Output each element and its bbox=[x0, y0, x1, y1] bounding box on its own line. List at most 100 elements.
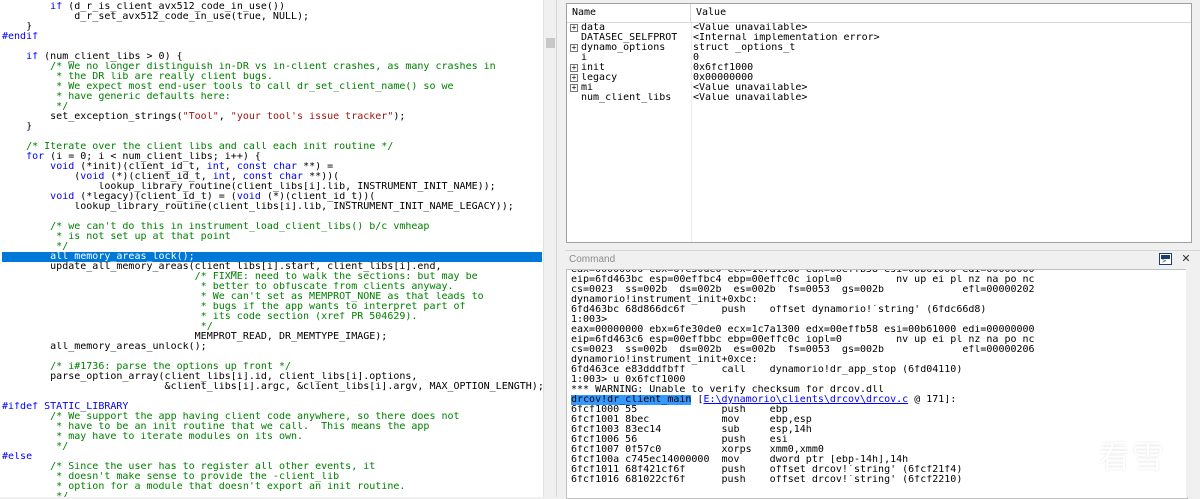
expand-icon[interactable]: + bbox=[570, 64, 578, 72]
source-line[interactable]: * its code section (xref PR 504629). bbox=[2, 312, 542, 322]
close-icon[interactable]: ✕ bbox=[1179, 252, 1193, 266]
local-name: init bbox=[581, 63, 606, 73]
source-line[interactable]: #endif bbox=[2, 32, 542, 42]
console-icon[interactable]: >_ bbox=[1159, 253, 1172, 265]
code-token: MEMPROT_READ, DR_MEMTYPE_IMAGE); bbox=[2, 332, 388, 342]
source-line[interactable]: void (*legacy)(client_id_t) = (void (*)(… bbox=[2, 192, 542, 202]
source-line[interactable]: } bbox=[2, 122, 542, 132]
expand-icon[interactable]: + bbox=[570, 44, 578, 52]
code-token: **) = bbox=[297, 162, 334, 172]
column-header-name[interactable]: Name bbox=[567, 4, 691, 22]
command-text: eip=6fd463c6 esp=00effbbc ebp=00effc0c i… bbox=[571, 335, 1035, 345]
selected-text[interactable]: drcov!dr_client_main bbox=[571, 395, 692, 405]
source-line[interactable]: parse_option_array(client_libs[i].id, cl… bbox=[2, 372, 542, 382]
expand-icon[interactable]: + bbox=[570, 84, 578, 92]
locals-row[interactable]: + legacy 0x00000000 bbox=[567, 73, 1191, 83]
expand-icon[interactable]: + bbox=[570, 24, 578, 32]
column-header-value[interactable]: Value bbox=[691, 4, 1191, 22]
source-line[interactable]: update_all_memory_areas(client_libs[i].s… bbox=[2, 262, 542, 272]
source-line[interactable]: */ bbox=[2, 102, 542, 112]
source-line[interactable]: for (i = 0; i < num_client_libs; i++) { bbox=[2, 152, 542, 162]
source-line[interactable] bbox=[2, 132, 542, 142]
source-editor[interactable]: if (d_r_is_client_avx512_code_in_use()) … bbox=[0, 0, 556, 497]
source-line[interactable]: /* Since the user has to register all ot… bbox=[2, 462, 542, 472]
command-title: Command bbox=[569, 254, 616, 265]
command-text: dynamorio!instrument_init+0xce: bbox=[571, 355, 758, 365]
command-line: 6fcf1011 68f421cf6f push offset drcov!`s… bbox=[571, 465, 1171, 475]
locals-row[interactable]: + data <Value unavailable> bbox=[567, 23, 1191, 33]
source-file-link[interactable]: E:\dynamorio\clients\drcov\drcov.c bbox=[703, 395, 908, 405]
locals-row[interactable]: + init 0x6fcf1000 bbox=[567, 63, 1191, 73]
code-token: * the DR lib are really client bugs. bbox=[2, 72, 273, 82]
pane-splitter[interactable] bbox=[556, 0, 566, 497]
code-token: ); bbox=[393, 112, 406, 122]
locals-row[interactable]: + mi <Value unavailable> bbox=[567, 83, 1191, 93]
command-text: 1:003> bbox=[571, 315, 608, 325]
source-code[interactable]: if (d_r_is_client_avx512_code_in_use()) … bbox=[2, 2, 542, 497]
source-line[interactable]: } bbox=[2, 22, 542, 32]
locals-row[interactable]: i0 bbox=[567, 53, 1191, 63]
source-line[interactable]: void (*init)(client_id_t, int, const cha… bbox=[2, 162, 542, 172]
locals-row[interactable]: DATASEC_SELFPROT <Internal implementation… bbox=[567, 33, 1191, 43]
command-output[interactable]: eax=00000000 ebx=6fe30de0 ecx=1c7a1300 e… bbox=[566, 269, 1188, 499]
command-text: cs=0023 ss=002b ds=002b es=002b fs=0053 … bbox=[571, 285, 1035, 295]
source-line[interactable]: /* FIXME: need to walk the sections: but… bbox=[2, 272, 542, 282]
code-token: set_exception_strings( bbox=[2, 112, 183, 122]
command-line: 6fcf1001 8bec mov ebp,esp bbox=[571, 415, 1171, 425]
code-token: #endif bbox=[2, 32, 39, 42]
source-line[interactable]: /* Iterate over the client libs and call… bbox=[2, 142, 542, 152]
code-token: void bbox=[236, 192, 261, 202]
source-line[interactable]: &client_libs[i].argc, &client_libs[i].ar… bbox=[2, 382, 542, 392]
source-line[interactable]: if (d_r_is_client_avx512_code_in_use()) bbox=[2, 2, 542, 12]
code-token: if bbox=[50, 2, 63, 12]
command-lines: eax=00000000 ebx=6fe30de0 ecx=1c7a1300 e… bbox=[571, 270, 1171, 485]
source-line[interactable]: */ bbox=[2, 492, 542, 497]
source-line[interactable] bbox=[2, 212, 542, 222]
locals-window[interactable]: Name Value + data <Value unavailable> DATAS… bbox=[566, 3, 1192, 243]
source-line[interactable]: set_exception_strings("Tool", "your tool… bbox=[2, 112, 542, 122]
source-line[interactable]: * have to be an init routine that we cal… bbox=[2, 422, 542, 432]
command-line: cs=0023 ss=002b ds=002b es=002b fs=0053 … bbox=[571, 345, 1171, 355]
source-line[interactable]: * We expect most end-user tools to call … bbox=[2, 82, 542, 92]
locals-row[interactable]: num_client_libs <Value unavailable> bbox=[567, 93, 1191, 103]
source-line[interactable]: * the DR lib are really client bugs. bbox=[2, 72, 542, 82]
source-line[interactable]: /* We no longer distinguish in-DR vs in-… bbox=[2, 62, 542, 72]
source-line[interactable]: #ifdef STATIC_LIBRARY bbox=[2, 402, 542, 412]
source-line[interactable] bbox=[2, 352, 542, 362]
code-token: * is not set up at that point bbox=[2, 232, 231, 242]
source-line[interactable]: (void (*)(client_id_t, int, const char *… bbox=[2, 172, 542, 182]
source-scrollbar[interactable] bbox=[543, 0, 556, 497]
source-line[interactable]: #else bbox=[2, 452, 542, 462]
source-line[interactable]: */ bbox=[2, 242, 542, 252]
source-line[interactable]: d_r_set_avx512_code_in_use(true, NULL); bbox=[2, 12, 542, 22]
locals-row[interactable]: + dynamo_options struct _options_t bbox=[567, 43, 1191, 53]
source-line[interactable]: * better to obfuscate from clients anywa… bbox=[2, 282, 542, 292]
source-line[interactable]: * have generic defaults here: bbox=[2, 92, 542, 102]
source-line[interactable]: lookup_library_routine(client_libs[i].li… bbox=[2, 182, 542, 192]
code-token: #ifdef STATIC_LIBRARY bbox=[2, 402, 129, 412]
source-line[interactable]: * doesn't make sense to provide the -cli… bbox=[2, 472, 542, 482]
source-line[interactable]: MEMPROT_READ, DR_MEMTYPE_IMAGE); bbox=[2, 332, 542, 342]
source-line[interactable] bbox=[2, 392, 542, 402]
source-line[interactable] bbox=[2, 42, 542, 52]
source-line[interactable]: /* i#1736: parse the options up front */ bbox=[2, 362, 542, 372]
source-line[interactable]: * option for a module that doesn't expor… bbox=[2, 482, 542, 492]
source-line[interactable]: if (num_client_libs > 0) { bbox=[2, 52, 542, 62]
source-line[interactable]: /* we can't do this in instrument_load_c… bbox=[2, 222, 542, 232]
source-line[interactable]: * bugs if the app wants to interpret par… bbox=[2, 302, 542, 312]
command-scrollbar[interactable] bbox=[1186, 269, 1200, 497]
source-line[interactable]: * may have to iterate modules on its own… bbox=[2, 432, 542, 442]
local-value: <Internal implementation error> bbox=[693, 33, 880, 43]
source-scroll-thumb[interactable] bbox=[546, 38, 555, 48]
source-line[interactable]: lookup_library_routine(client_libs[i].li… bbox=[2, 202, 542, 212]
source-line[interactable]: /* We support the app having client code… bbox=[2, 412, 542, 422]
expand-icon[interactable]: + bbox=[570, 74, 578, 82]
source-line[interactable]: * We can't set as MEMPROT_NONE as that l… bbox=[2, 292, 542, 302]
source-line[interactable]: all_memory_areas_unlock(); bbox=[2, 342, 542, 352]
source-line[interactable]: * is not set up at that point bbox=[2, 232, 542, 242]
code-token: * We expect most end-user tools to call … bbox=[2, 82, 454, 92]
source-line[interactable]: */ bbox=[2, 442, 542, 452]
source-line[interactable]: */ bbox=[2, 322, 542, 332]
command-text: eax=00000000 ebx=6fe30de0 ecx=1c7a1300 e… bbox=[571, 325, 1035, 335]
current-line[interactable]: all_memory_areas_lock(); bbox=[2, 252, 542, 262]
